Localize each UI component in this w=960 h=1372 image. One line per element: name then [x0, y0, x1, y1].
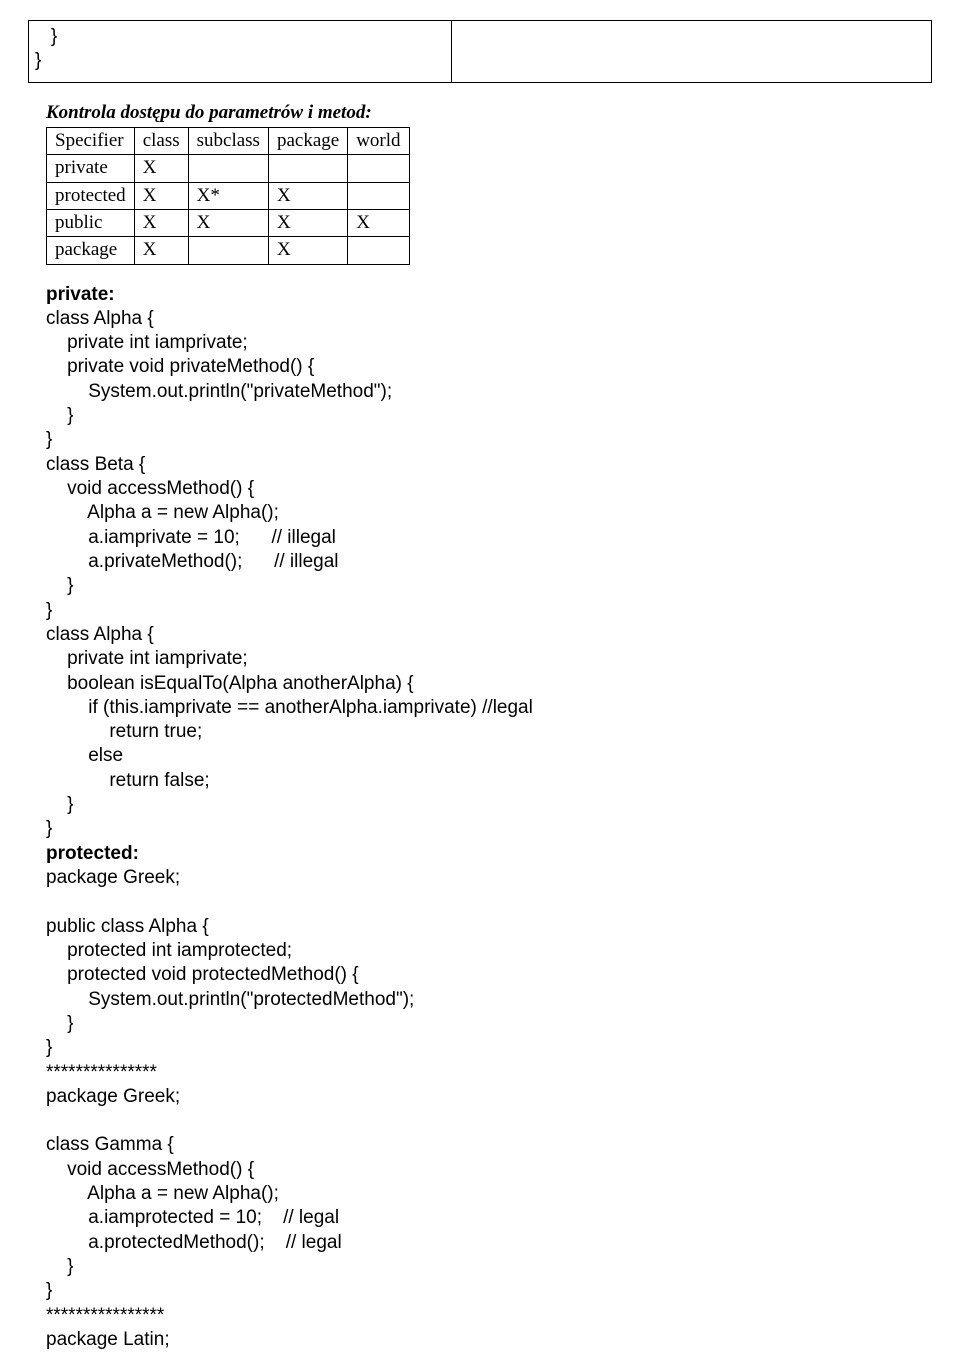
td: public [47, 209, 135, 236]
line: } [35, 26, 57, 47]
table-row: protected X X* X [47, 182, 410, 209]
td: X* [188, 182, 268, 209]
table-row: public X X X X [47, 209, 410, 236]
td: X [134, 182, 188, 209]
th: package [268, 127, 347, 154]
td [268, 155, 347, 182]
td: protected [47, 182, 135, 209]
top-code-right [452, 21, 931, 82]
section-heading: Kontrola dostępu do parametrów i metod: [46, 101, 932, 125]
td [348, 155, 409, 182]
td [188, 237, 268, 264]
td: X [134, 237, 188, 264]
top-code-box: } } [28, 20, 932, 83]
td: package [47, 237, 135, 264]
td: X [134, 155, 188, 182]
td: X [348, 209, 409, 236]
line: } [35, 50, 41, 71]
table-header-row: Specifier class subclass package world [47, 127, 410, 154]
th: class [134, 127, 188, 154]
table-row: private X [47, 155, 410, 182]
private-label: private: [46, 283, 932, 307]
code-block-2: package Greek; public class Alpha { prot… [46, 866, 932, 1352]
th: world [348, 127, 409, 154]
td: private [47, 155, 135, 182]
th: Specifier [47, 127, 135, 154]
td: X [268, 209, 347, 236]
td: X [188, 209, 268, 236]
td [348, 237, 409, 264]
td: X [268, 182, 347, 209]
td [348, 182, 409, 209]
top-code-left: } } [29, 21, 452, 82]
td: X [268, 237, 347, 264]
th: subclass [188, 127, 268, 154]
td [188, 155, 268, 182]
access-table: Specifier class subclass package world p… [46, 127, 410, 265]
protected-label: protected: [46, 842, 932, 866]
table-row: package X X [47, 237, 410, 264]
td: X [134, 209, 188, 236]
code-block-1: class Alpha { private int iamprivate; pr… [46, 307, 932, 842]
